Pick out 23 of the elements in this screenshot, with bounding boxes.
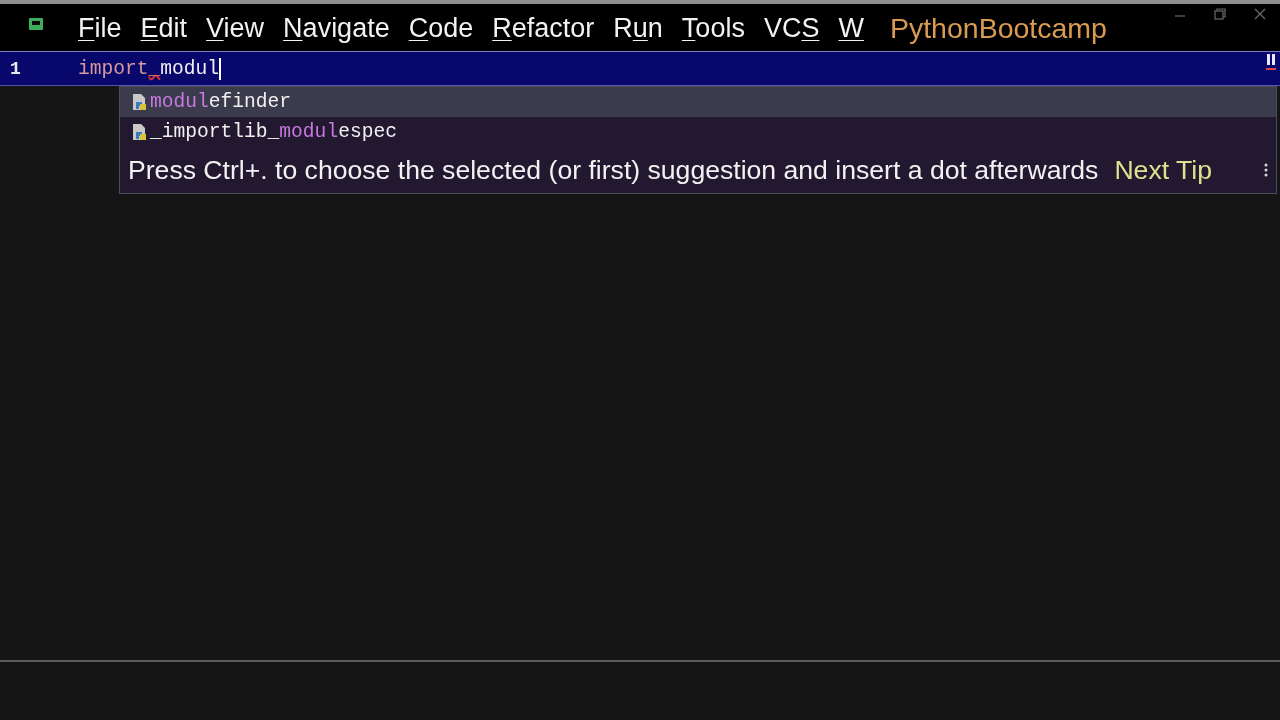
stripe-mark-icon [1266,53,1276,70]
project-title: PythonBootcamp [889,11,1107,44]
python-file-icon [130,93,148,111]
menu-item[interactable]: Tools [681,11,745,44]
menu-item[interactable]: W [838,11,864,44]
next-tip-link[interactable]: Next Tip [1114,154,1212,186]
app-icon [29,17,43,30]
menu-item[interactable]: View [206,11,265,44]
tip-text: Press Ctrl+. to choose the selected (or first) suggestion and insert a dot afterwards [128,154,1099,186]
line-number: 1 [9,58,22,79]
close-icon[interactable] [1254,8,1266,20]
menu-item[interactable]: Code [408,11,474,44]
menu-item[interactable]: VCS [763,11,820,44]
menu-item[interactable]: Refactor [492,11,595,44]
completion-item[interactable]: modulefinder [120,87,1276,117]
python-file-icon [130,123,148,141]
more-icon[interactable] [1264,163,1268,177]
menu-item[interactable]: Navigate [283,11,390,44]
code-text: import_modul [78,57,220,80]
menu-item[interactable]: File [78,11,122,44]
restore-icon[interactable] [1214,8,1226,20]
menu-item[interactable]: Edit [140,11,188,44]
menu-item[interactable]: Run [613,11,663,44]
